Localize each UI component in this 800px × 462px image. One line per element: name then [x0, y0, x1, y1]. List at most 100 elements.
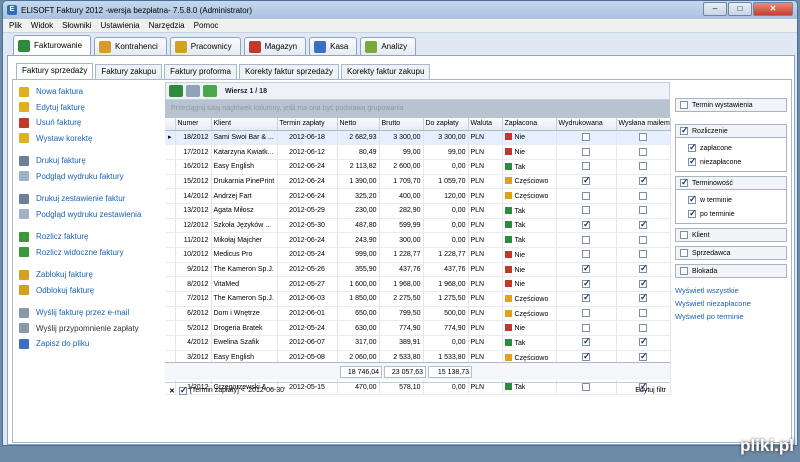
- checkbox[interactable]: [639, 147, 647, 156]
- checkbox[interactable]: [582, 336, 591, 347]
- group-panel[interactable]: Przeciągnij tutaj nagłówek kolumny, jeśl…: [165, 100, 670, 118]
- table-row[interactable]: 6/2012 Dom i Wnętrze 2012-06-01 650,00 799,5…: [165, 306, 671, 322]
- checkbox[interactable]: [680, 249, 688, 257]
- checkbox[interactable]: [582, 292, 591, 303]
- table-row[interactable]: 16/2012 Easy English 2012-06-24 2 113,82 2 6…: [165, 159, 671, 175]
- table-row[interactable]: 15/2012 Drukarnia PinePrint 2012-06-24 1 39…: [165, 174, 671, 190]
- checkbox[interactable]: [582, 323, 590, 332]
- column-header[interactable]: Brutto: [379, 118, 424, 131]
- column-header[interactable]: Zapłacona: [502, 118, 557, 131]
- nav-action[interactable]: Drukuj zestawienie faktur: [19, 191, 159, 207]
- checkbox[interactable]: [680, 231, 688, 239]
- subtab-1[interactable]: Faktury zakupu: [95, 64, 163, 79]
- nav-action[interactable]: Edytuj fakturę: [19, 100, 159, 116]
- checkbox[interactable]: [582, 263, 591, 274]
- nav-action[interactable]: Odblokuj fakturę: [19, 283, 159, 299]
- checkbox[interactable]: [582, 250, 590, 259]
- column-header[interactable]: Wydrukowana: [556, 118, 617, 131]
- nav-action[interactable]: Usuń fakturę: [19, 115, 159, 131]
- maximize-button[interactable]: □: [728, 2, 752, 16]
- table-row[interactable]: 8/2012 VitaMed 2012-05-27 1 600,00 1 968,00 1…: [165, 276, 671, 293]
- table-row[interactable]: 7/2012 The Kameron Sp.J. 2012-06-03 1 850,0…: [165, 291, 671, 307]
- checkbox[interactable]: [639, 292, 648, 303]
- checkbox[interactable]: [680, 267, 688, 275]
- checkbox[interactable]: [688, 208, 697, 219]
- nav-action[interactable]: Podgląd wydruku zestawienia: [19, 207, 159, 223]
- checkbox[interactable]: [639, 323, 647, 332]
- menu-widok[interactable]: Widok: [31, 21, 53, 30]
- subtab-0[interactable]: Faktury sprzedaży: [16, 63, 94, 79]
- option-niezaplacone[interactable]: niezapłacone: [688, 155, 786, 169]
- checkbox[interactable]: [639, 235, 647, 244]
- checkbox[interactable]: [639, 263, 648, 274]
- menu-pomoc[interactable]: Pomoc: [194, 21, 219, 30]
- tab-1[interactable]: Kontrahenci: [94, 37, 167, 55]
- subtab-4[interactable]: Korekty faktur zakupu: [341, 64, 431, 79]
- show-unpaid-link[interactable]: Wyświetl niezapłacone: [675, 299, 787, 312]
- nav-action[interactable]: Podgląd wydruku faktury: [19, 169, 159, 185]
- nav-action[interactable]: Rozlicz widoczne faktury: [19, 245, 159, 261]
- nav-action[interactable]: Wyślij fakturę przez e-mail: [19, 305, 159, 321]
- menu-slowniki[interactable]: Słowniki: [62, 21, 91, 30]
- tab-4[interactable]: Kasa: [309, 37, 358, 55]
- checkbox[interactable]: [639, 351, 648, 362]
- filter-blokada[interactable]: Blokada: [675, 264, 787, 278]
- filter-rozliczenie[interactable]: Rozliczenie: [675, 124, 787, 138]
- nav-action[interactable]: Wyślij przypomnienie zapłaty: [19, 321, 159, 337]
- checkbox[interactable]: [639, 336, 648, 347]
- table-row[interactable]: 17/2012 Katarzyna Kwiatk... 2012-06-12 80,4…: [165, 144, 671, 160]
- checkbox[interactable]: [582, 162, 590, 171]
- nav-action[interactable]: Drukuj fakturę: [19, 153, 159, 169]
- table-row[interactable]: 5/2012 Drogeria Bratek 2012-05-24 630,00 774…: [165, 320, 671, 337]
- checkbox[interactable]: [639, 175, 648, 186]
- refresh-icon[interactable]: [203, 85, 217, 97]
- option-w-terminie[interactable]: w terminie: [688, 193, 786, 207]
- checkbox[interactable]: [582, 147, 590, 156]
- subtab-2[interactable]: Faktury proforma: [164, 64, 237, 79]
- checkbox[interactable]: [639, 132, 647, 141]
- nav-action[interactable]: Zapisz do pliku: [19, 336, 159, 352]
- edit-filter-button[interactable]: Edytuj filtr: [635, 387, 666, 394]
- checkbox[interactable]: [688, 194, 697, 205]
- filter-termin-wystawienia[interactable]: Termin wystawienia: [675, 98, 787, 112]
- menu-narzedzia[interactable]: Narzędzia: [149, 21, 185, 30]
- checkbox[interactable]: [582, 175, 591, 186]
- checkbox[interactable]: [582, 206, 590, 215]
- filter-sprzedawca[interactable]: Sprzedawca: [675, 246, 787, 260]
- column-header[interactable]: Termin zapłaty: [277, 118, 338, 131]
- checkbox[interactable]: [639, 162, 647, 171]
- table-row[interactable]: 11/2012 Mikołaj Majcher 2012-06-24 243,90 30…: [165, 232, 671, 248]
- checkbox[interactable]: [639, 219, 648, 230]
- column-header[interactable]: Wysłana mailem: [616, 118, 671, 131]
- checkbox[interactable]: [582, 235, 590, 244]
- tab-3[interactable]: Magazyn: [243, 37, 307, 55]
- tab-0[interactable]: Fakturowanie: [13, 35, 92, 55]
- show-overdue-link[interactable]: Wyświetl po terminie: [675, 312, 787, 325]
- filter-checkbox[interactable]: [178, 385, 187, 396]
- filter-klient[interactable]: Klient: [675, 228, 787, 242]
- checkbox[interactable]: [582, 132, 590, 141]
- subtab-3[interactable]: Korekty faktur sprzedaży: [238, 64, 340, 79]
- checkbox[interactable]: [582, 309, 590, 318]
- checkbox[interactable]: [639, 309, 647, 318]
- nav-action[interactable]: Wystaw korektę: [19, 131, 159, 147]
- column-header[interactable]: Klient: [211, 118, 278, 131]
- checkbox[interactable]: [688, 156, 697, 167]
- table-row[interactable]: 9/2012 The Kameron Sp.J. 2012-05-26 355,90 4…: [165, 262, 671, 278]
- nav-action[interactable]: Zablokuj fakturę: [19, 267, 159, 283]
- tab-5[interactable]: Analizy: [360, 37, 417, 55]
- checkbox[interactable]: [639, 278, 648, 289]
- clear-filter-icon[interactable]: ✕: [169, 387, 175, 395]
- table-row[interactable]: 14/2012 Andrzej Fart 2012-06-24 325,20 400,0…: [165, 188, 671, 204]
- checkbox[interactable]: [582, 191, 590, 200]
- table-row[interactable]: 12/2012 Szkoła Języków ... 2012-05-30 487,8…: [165, 218, 671, 234]
- table-row[interactable]: 4/2012 Ewelina Szafik 2012-06-07 317,00 389,…: [165, 335, 671, 351]
- column-header[interactable]: Numer: [175, 118, 212, 131]
- checkbox[interactable]: [639, 250, 647, 259]
- checkbox[interactable]: [639, 191, 647, 200]
- table-row[interactable]: 10/2012 Medicus Pro 2012-05-24 999,00 1 228,…: [165, 247, 671, 263]
- checkbox[interactable]: [582, 278, 591, 289]
- checkbox[interactable]: [680, 177, 689, 188]
- option-zaplacone[interactable]: zapłacone: [688, 141, 786, 155]
- checkbox[interactable]: [639, 206, 647, 215]
